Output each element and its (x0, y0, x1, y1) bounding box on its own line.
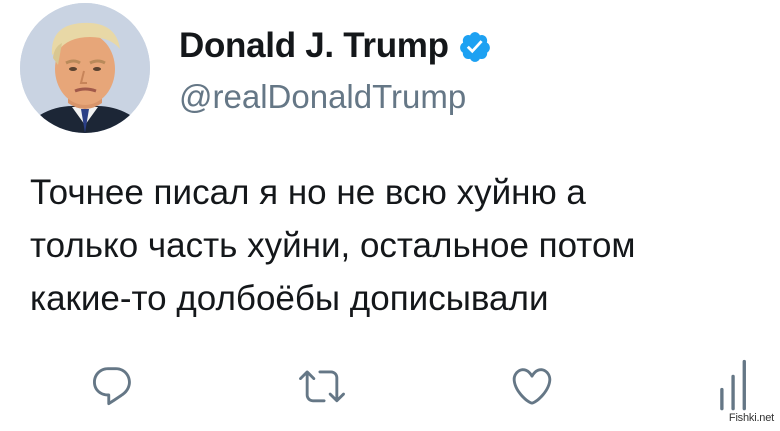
bar-chart-icon (720, 359, 746, 411)
avatar[interactable] (20, 3, 150, 133)
tweet-actions (0, 350, 780, 420)
avatar-photo (20, 3, 150, 133)
speech-bubble-icon (93, 367, 131, 406)
retweet-arrows-icon (299, 370, 345, 403)
analytics-button[interactable] (707, 356, 767, 416)
verified-badge-icon (460, 32, 490, 62)
tweet-card: Donald J. Trump @realDonaldTrump Точнее … (0, 0, 780, 431)
like-button[interactable] (502, 356, 562, 416)
tweet-text-line: Точнее писал я но не всю хуйню а (30, 173, 586, 212)
tweet-text: Точнее писал я но не всю хуйню а только … (30, 166, 770, 325)
watermark: Fishki.net (728, 412, 774, 424)
display-name[interactable]: Donald J. Trump (179, 26, 449, 66)
tweet-text-line: какие-то долбоёбы дописывали (30, 279, 549, 318)
retweet-button[interactable] (292, 356, 352, 416)
tweet-text-line: только часть хуйни, остальное потом (30, 226, 636, 265)
user-handle[interactable]: @realDonaldTrump (179, 78, 466, 116)
heart-icon (512, 368, 552, 405)
reply-button[interactable] (82, 356, 142, 416)
